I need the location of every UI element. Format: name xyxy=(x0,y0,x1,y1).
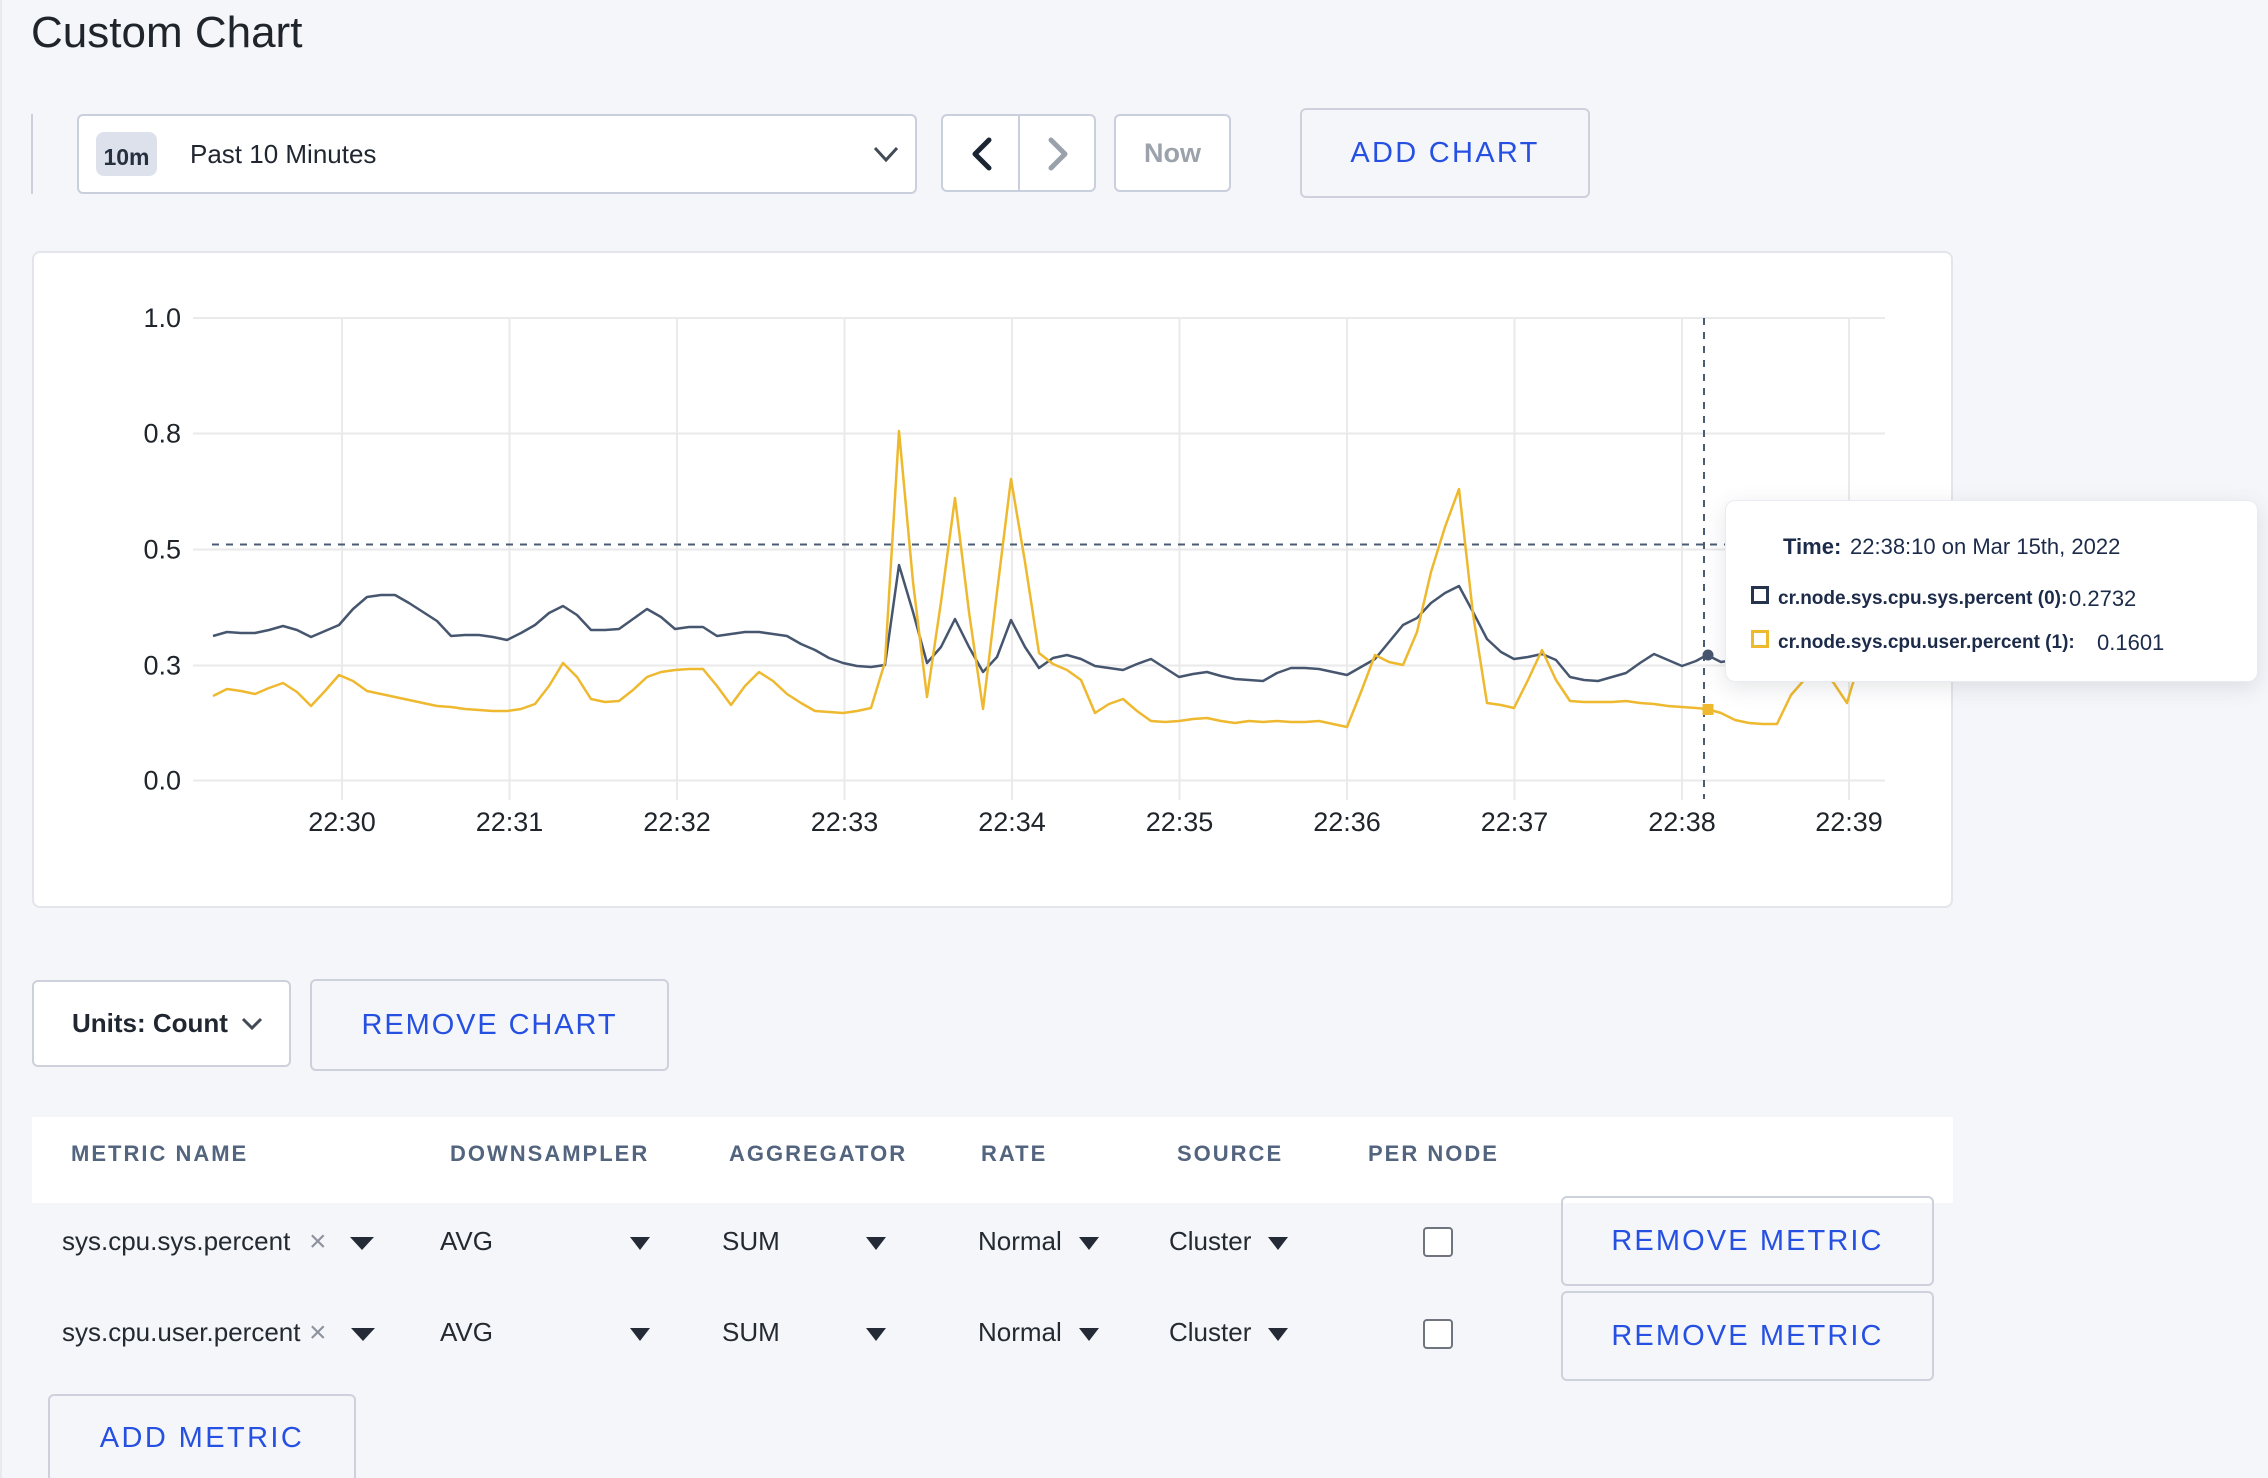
svg-text:0.5: 0.5 xyxy=(143,535,181,565)
svg-text:0.3: 0.3 xyxy=(143,651,181,681)
svg-text:22:34: 22:34 xyxy=(978,807,1046,837)
svg-text:22:35: 22:35 xyxy=(1146,807,1214,837)
svg-text:22:33: 22:33 xyxy=(811,807,879,837)
svg-text:22:37: 22:37 xyxy=(1481,807,1549,837)
svg-text:0.8: 0.8 xyxy=(143,419,181,449)
svg-text:22:32: 22:32 xyxy=(643,807,711,837)
svg-text:22:39: 22:39 xyxy=(1815,807,1883,837)
svg-text:22:30: 22:30 xyxy=(308,807,376,837)
svg-text:1.0: 1.0 xyxy=(143,303,181,333)
svg-text:22:31: 22:31 xyxy=(476,807,544,837)
svg-text:22:36: 22:36 xyxy=(1313,807,1381,837)
svg-text:22:38: 22:38 xyxy=(1648,807,1716,837)
svg-text:0.0: 0.0 xyxy=(143,766,181,796)
